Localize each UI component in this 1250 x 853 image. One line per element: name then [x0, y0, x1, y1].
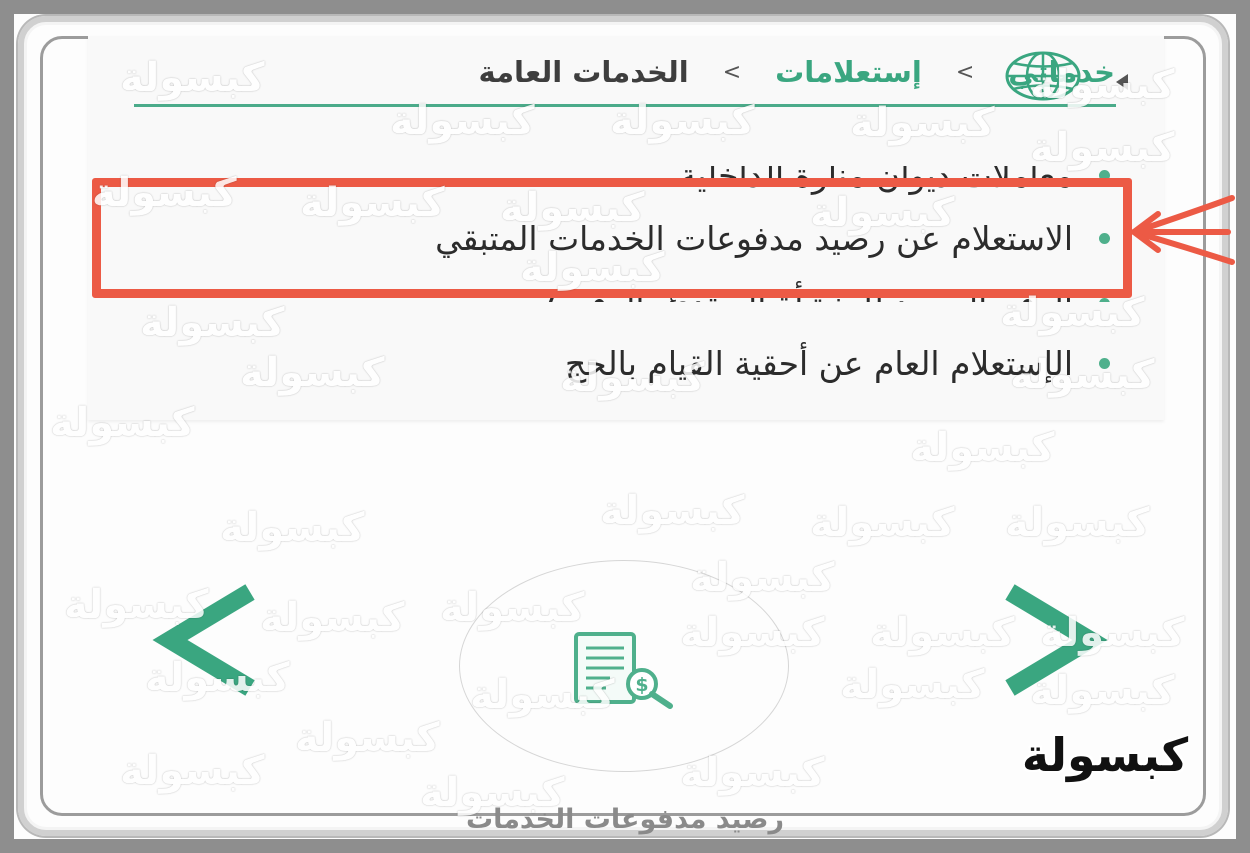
- list-item-hajj-eligibility[interactable]: الإستعلام العام عن أحقية القيام بالحج: [565, 338, 1110, 388]
- next-chevron-icon[interactable]: [990, 584, 1110, 704]
- prev-chevron-icon[interactable]: [150, 584, 270, 704]
- pointer-arrow-icon: [1131, 195, 1235, 265]
- back-arrow-icon[interactable]: [1116, 74, 1128, 90]
- breadcrumb-separator: >: [722, 59, 742, 85]
- list-item-label: الإستعلام العام عن أحقية القيام بالحج: [565, 343, 1073, 383]
- svg-text:$: $: [635, 674, 648, 696]
- breadcrumb: خدماتي > إستعلامات > الخدمات العامة: [180, 50, 1115, 94]
- image-caption: رصيد مدفوعات الخدمات: [465, 804, 785, 835]
- breadcrumb-divider: [134, 104, 1116, 107]
- breadcrumb-item-public-services: الخدمات العامة: [478, 55, 689, 89]
- breadcrumb-separator: >: [955, 59, 975, 85]
- breadcrumb-item-inquiries[interactable]: إستعلامات: [775, 55, 922, 89]
- bullet-icon: [1099, 357, 1110, 369]
- breadcrumb-item-my-services[interactable]: خدماتي: [1008, 55, 1115, 89]
- document-dollar-search-icon: $: [574, 632, 673, 709]
- highlight-box: [92, 178, 1132, 298]
- brand-logo: كبسولة: [1021, 728, 1189, 782]
